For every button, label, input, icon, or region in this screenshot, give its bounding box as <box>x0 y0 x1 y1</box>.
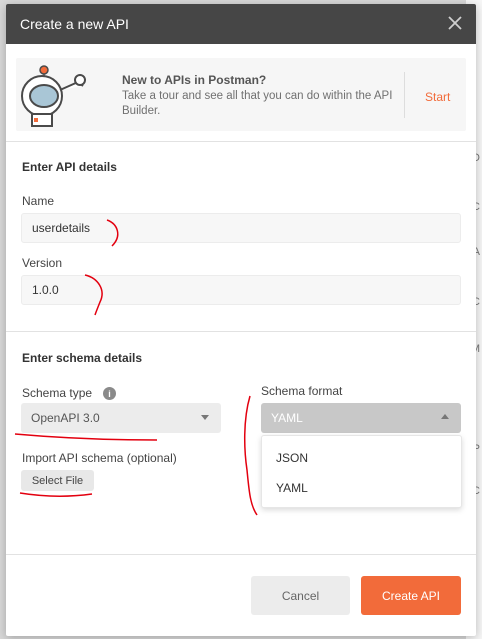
promo-divider <box>404 72 405 118</box>
schema-type-value: OpenAPI 3.0 <box>31 411 100 425</box>
divider <box>6 331 476 332</box>
schema-type-select[interactable]: OpenAPI 3.0 <box>21 403 221 433</box>
schema-format-select[interactable]: YAML <box>261 403 461 433</box>
promo-banner: New to APIs in Postman? Take a tour and … <box>16 58 466 131</box>
info-icon[interactable]: i <box>103 387 116 400</box>
select-file-button[interactable]: Select File <box>21 470 94 491</box>
dropdown-option-json[interactable]: JSON <box>276 451 308 465</box>
api-details-heading: Enter API details <box>22 160 117 174</box>
schema-details-heading: Enter schema details <box>22 351 143 365</box>
name-label: Name <box>22 194 55 208</box>
promo-title: New to APIs in Postman? <box>122 73 267 87</box>
promo-text: Take a tour and see all that you can do … <box>122 90 393 117</box>
schema-type-label: Schema type <box>22 386 93 400</box>
cancel-button[interactable]: Cancel <box>251 576 350 615</box>
create-api-button[interactable]: Create API <box>361 576 461 615</box>
dropdown-option-yaml[interactable]: YAML <box>276 481 308 495</box>
schema-format-dropdown: JSON YAML <box>261 435 462 508</box>
import-schema-label: Import API schema (optional) <box>22 451 177 465</box>
astronaut-illustration <box>21 65 86 127</box>
start-tour-link[interactable]: Start <box>425 90 450 104</box>
divider <box>6 554 476 555</box>
create-api-modal: Create a new API New to APIs in Postman?… <box>6 4 476 636</box>
name-input[interactable] <box>21 213 461 243</box>
version-input[interactable] <box>21 275 461 305</box>
chevron-down-icon <box>201 415 209 420</box>
schema-format-value: YAML <box>271 411 303 425</box>
divider <box>6 141 476 142</box>
modal-header: Create a new API <box>6 4 476 44</box>
modal-title: Create a new API <box>20 16 129 32</box>
chevron-up-icon <box>441 414 449 419</box>
schema-format-label: Schema format <box>261 384 343 398</box>
close-icon[interactable] <box>446 14 464 32</box>
version-label: Version <box>22 256 63 270</box>
